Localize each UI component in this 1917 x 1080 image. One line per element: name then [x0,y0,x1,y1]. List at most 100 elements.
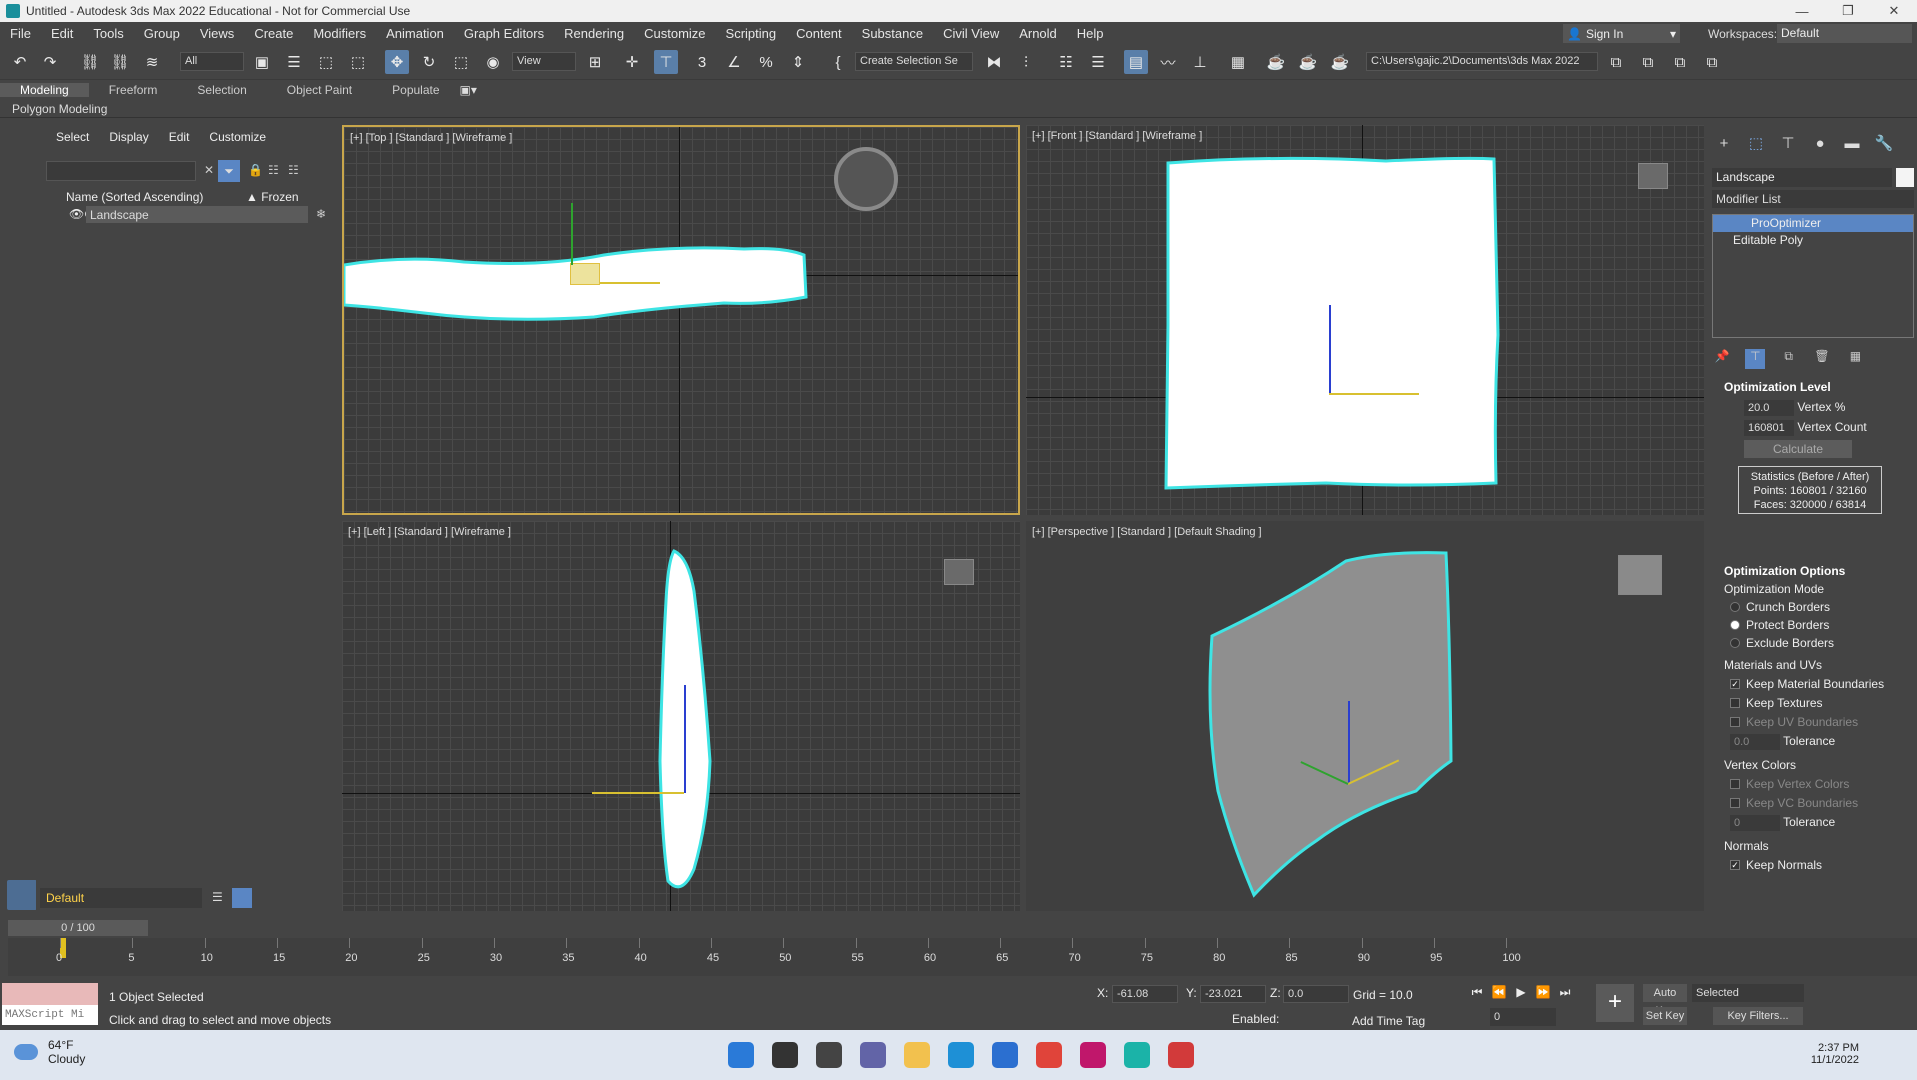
menu-edit[interactable]: Edit [41,26,83,41]
make-unique-icon[interactable]: ⧉ [1779,349,1799,369]
filter-icon[interactable]: ⏷ [218,160,240,182]
search-icon[interactable] [772,1042,798,1068]
se-menu-select[interactable]: Select [36,130,99,144]
hierarchy-tab-icon[interactable]: ⊤ [1772,134,1804,152]
snaps-toggle-icon[interactable]: 3 [690,50,714,74]
tab-selection[interactable]: Selection [177,83,266,97]
landscape-mesh[interactable] [1026,521,1704,911]
open-file-icon[interactable]: ⧉ [1604,50,1628,74]
select-and-move-icon[interactable]: ✥ [385,50,409,74]
3ds-max-icon[interactable] [1124,1042,1150,1068]
optimization-options-title[interactable]: Optimization Options [1712,564,1914,578]
edit-named-selection-icon[interactable]: { [826,50,850,74]
vertex-percent-spinner[interactable]: 20.0 [1744,400,1794,416]
keep-vertex-colors-checkbox[interactable]: Keep Vertex Colors [1730,777,1914,791]
task-view-icon[interactable] [816,1042,842,1068]
menu-create[interactable]: Create [244,26,303,41]
keep-vc-boundaries-checkbox[interactable]: Keep VC Boundaries [1730,796,1914,810]
exclude-borders-radio[interactable]: Exclude Borders [1730,636,1914,650]
store-icon[interactable] [992,1042,1018,1068]
menu-content[interactable]: Content [786,26,852,41]
viewport-top[interactable]: [+] [Top ] [Standard ] [Wireframe ] [342,125,1020,515]
chrome-icon[interactable] [1036,1042,1062,1068]
select-and-scale-icon[interactable]: ⬚ [449,50,473,74]
time-slider-track[interactable] [4,920,1704,936]
gizmo-z-axis[interactable] [684,685,686,793]
scene-explorer-icon[interactable]: ☷ [1054,50,1078,74]
current-frame-input[interactable]: 0 [1490,1008,1556,1026]
menu-graph-editors[interactable]: Graph Editors [454,26,554,41]
frozen-column-header[interactable]: ▲ Frozen [246,190,299,204]
menu-scripting[interactable]: Scripting [716,26,787,41]
viewport-front[interactable]: [+] [Front ] [Standard ] [Wireframe ] [1026,125,1704,515]
ribbon-options-icon[interactable]: ▣▾ [460,83,477,97]
selection-filter-dropdown[interactable]: All [180,52,244,71]
modify-tab-icon[interactable]: ⬚ [1740,134,1772,152]
set-key-mode-button[interactable]: + [1596,984,1634,1022]
material-editor-icon[interactable]: ▦ [1226,50,1250,74]
maxscript-mini-listener[interactable]: MAXScript Mi [2,1005,98,1025]
modifier-prooptimizer[interactable]: ProOptimizer [1713,215,1913,232]
display-tab-icon[interactable]: ▬ [1836,135,1868,152]
motion-tab-icon[interactable]: ● [1804,135,1836,152]
lock-icon[interactable]: 🔒 [248,163,263,177]
timeline[interactable]: 0 5 10 15 20 25 30 35 40 45 50 55 60 65 70 75 80 85 90 95 10… [8,938,1917,976]
object-name-input[interactable]: Landscape [1712,168,1892,187]
mirror-icon[interactable]: ⧓ [982,50,1006,74]
select-by-name-icon[interactable]: ☰ [282,50,306,74]
next-frame-icon[interactable]: ⏩ [1532,985,1554,1000]
viewport-perspective-label[interactable]: [+] [Perspective ] [Standard ] [Default … [1032,526,1262,538]
select-and-rotate-icon[interactable]: ↻ [417,50,441,74]
se-menu-customize[interactable]: Customize [199,130,276,144]
calculate-button[interactable]: Calculate [1744,440,1852,458]
crunch-borders-radio[interactable]: Crunch Borders [1730,600,1914,614]
play-icon[interactable]: ▶ [1510,985,1532,1000]
recent-files-icon[interactable]: ⧉ [1700,50,1724,74]
angle-snap-icon[interactable]: ∠ [722,50,746,74]
landscape-mesh[interactable] [344,127,1020,515]
gizmo-x-axis[interactable] [1329,393,1419,395]
schematic-view-icon[interactable]: ⊥ [1188,50,1212,74]
menu-group[interactable]: Group [134,26,190,41]
x-coordinate-input[interactable]: -61.08 [1112,985,1178,1003]
pin-stack-icon[interactable]: 📌 [1712,349,1732,369]
viewport-left-label[interactable]: [+] [Left ] [Standard ] [Wireframe ] [348,526,511,538]
viewport-front-label[interactable]: [+] [Front ] [Standard ] [Wireframe ] [1032,130,1202,142]
key-filters-button[interactable]: Key Filters... [1713,1007,1803,1025]
viewport-top-label[interactable]: [+] [Top ] [Standard ] [Wireframe ] [350,132,512,144]
menu-arnold[interactable]: Arnold [1009,26,1067,41]
scene-search-input[interactable] [46,161,196,181]
polygon-modeling-panel[interactable]: Polygon Modeling [12,102,107,116]
pivot-center-icon[interactable]: ⊞ [583,50,607,74]
menu-modifiers[interactable]: Modifiers [303,26,376,41]
start-icon[interactable] [728,1042,754,1068]
render-production-icon[interactable]: ☕ [1328,50,1352,74]
menu-file[interactable]: File [0,26,41,41]
keep-material-boundaries-checkbox[interactable]: ✓ Keep Material Boundaries [1730,677,1914,691]
viewcube[interactable] [1638,163,1668,189]
edge-icon[interactable] [948,1042,974,1068]
object-color-swatch[interactable] [1896,168,1914,187]
chat-icon[interactable] [860,1042,886,1068]
gizmo-y-axis[interactable] [571,203,573,265]
sign-in-button[interactable]: 👤 Sign In ▾ [1563,24,1680,43]
modifier-list-dropdown[interactable]: Modifier List [1712,190,1914,208]
set-key-button[interactable]: Set Key [1643,1007,1687,1025]
keep-textures-checkbox[interactable]: Keep Textures [1730,696,1914,710]
viewcube[interactable] [834,147,898,211]
render-setup-icon[interactable]: ☕ [1264,50,1288,74]
toggle-ribbon-icon[interactable]: ▤ [1124,50,1148,74]
optimization-level-title[interactable]: Optimization Level [1712,380,1914,394]
landscape-mesh[interactable] [1026,125,1704,515]
vertex-count-spinner[interactable]: 160801 [1744,420,1794,436]
gizmo-x-axis[interactable] [600,282,660,284]
name-column-header[interactable]: Name (Sorted Ascending) [66,190,246,204]
named-selection-dropdown[interactable]: Create Selection Se [855,52,973,71]
spinner-snap-icon[interactable]: ⇕ [786,50,810,74]
menu-civil-view[interactable]: Civil View [933,26,1009,41]
menu-rendering[interactable]: Rendering [554,26,634,41]
menu-tools[interactable]: Tools [83,26,133,41]
app-icon[interactable] [1080,1042,1106,1068]
align-icon[interactable]: ⫶ [1014,50,1038,74]
viewcube[interactable] [944,559,974,585]
